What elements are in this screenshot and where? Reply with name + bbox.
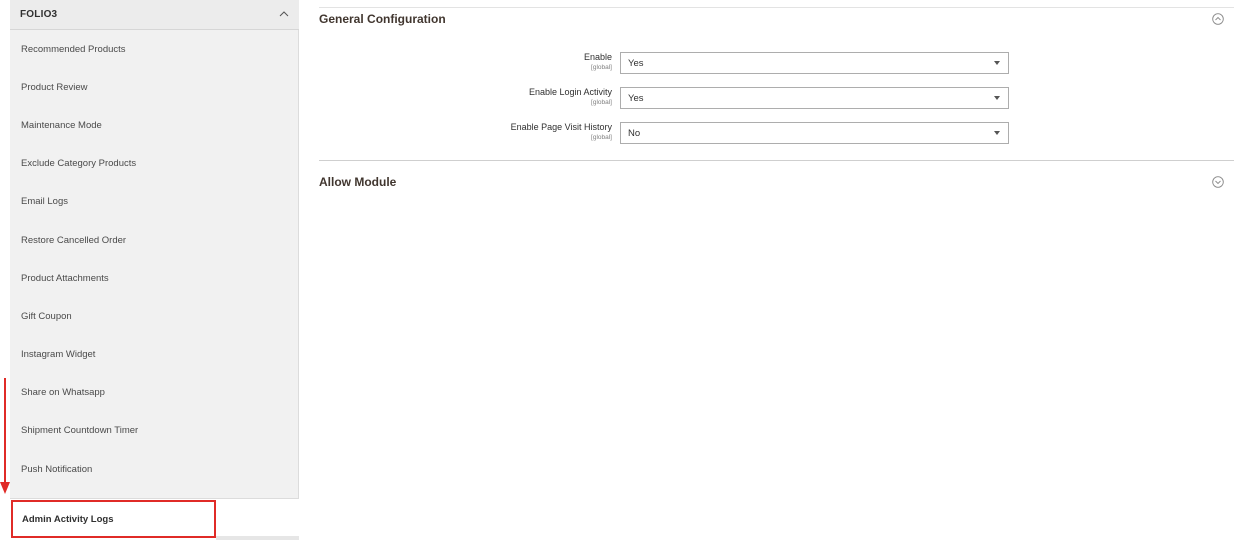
sidebar-item-share-on-whatsapp[interactable]: Share on Whatsapp bbox=[10, 374, 298, 412]
red-arrow-annotation-icon bbox=[0, 378, 10, 494]
highlight-box: Admin Activity Logs bbox=[11, 500, 216, 538]
sidebar-active-underline bbox=[216, 536, 299, 540]
sidebar-item-shipment-countdown-timer[interactable]: Shipment Countdown Timer bbox=[10, 412, 298, 450]
field-enable: Enable [global] Yes bbox=[319, 52, 1234, 76]
sidebar-item-label: Shipment Countdown Timer bbox=[21, 425, 139, 437]
sidebar-section-header[interactable]: FOLIO3 bbox=[10, 0, 299, 30]
sidebar-item-gift-coupon[interactable]: Gift Coupon bbox=[10, 297, 298, 335]
sidebar-item-label: Share on Whatsapp bbox=[21, 387, 105, 399]
sidebar: FOLIO3 Recommended Products Product Revi… bbox=[10, 0, 299, 540]
top-divider bbox=[319, 7, 1234, 8]
field-label-text: Enable Login Activity bbox=[528, 87, 612, 97]
sidebar-menu: Recommended Products Product Review Main… bbox=[10, 30, 299, 499]
sidebar-item-label: Recommended Products bbox=[21, 43, 126, 55]
field-label-text: Enable bbox=[583, 52, 612, 62]
sidebar-item-label: Email Logs bbox=[21, 196, 68, 208]
section-divider bbox=[319, 160, 1234, 161]
sidebar-item-label: Admin Activity Logs bbox=[22, 513, 114, 525]
sidebar-item-product-attachments[interactable]: Product Attachments bbox=[10, 259, 298, 297]
sidebar-item-email-logs[interactable]: Email Logs bbox=[10, 183, 298, 221]
field-label: Enable [global] bbox=[412, 52, 612, 72]
sidebar-item-recommended-products[interactable]: Recommended Products bbox=[10, 30, 298, 68]
sidebar-item-label: Instagram Widget bbox=[21, 349, 96, 361]
field-scope: [global] bbox=[591, 99, 612, 106]
allow-module-title[interactable]: Allow Module bbox=[319, 175, 396, 189]
sidebar-item-label: Product Review bbox=[21, 81, 88, 93]
sidebar-item-label: Gift Coupon bbox=[21, 310, 72, 322]
field-label-text: Enable Page Visit History bbox=[510, 122, 612, 132]
select-value: Yes bbox=[628, 57, 644, 69]
sidebar-item-label: Exclude Category Products bbox=[21, 158, 137, 170]
chevron-up-icon[interactable] bbox=[279, 9, 289, 19]
sidebar-item-instagram-widget[interactable]: Instagram Widget bbox=[10, 336, 298, 374]
sidebar-item-product-review[interactable]: Product Review bbox=[10, 68, 298, 106]
sidebar-item-label: Maintenance Mode bbox=[21, 119, 102, 131]
field-label: Enable Page Visit History [global] bbox=[412, 122, 612, 142]
field-scope: [global] bbox=[591, 134, 612, 141]
expand-icon[interactable] bbox=[1212, 176, 1224, 188]
general-configuration-title[interactable]: General Configuration bbox=[319, 12, 446, 26]
sidebar-item-label: Restore Cancelled Order bbox=[21, 234, 127, 246]
select-value: No bbox=[628, 127, 641, 139]
enable-page-visit-history-select[interactable]: No bbox=[620, 122, 1009, 144]
sidebar-item-exclude-category-products[interactable]: Exclude Category Products bbox=[10, 145, 298, 183]
dropdown-arrow-icon[interactable] bbox=[986, 123, 1008, 143]
sidebar-item-restore-cancelled-order[interactable]: Restore Cancelled Order bbox=[10, 221, 298, 259]
sidebar-item-label: Product Attachments bbox=[21, 272, 109, 284]
field-enable-page-visit-history: Enable Page Visit History [global] No bbox=[319, 122, 1234, 146]
select-value: Yes bbox=[628, 92, 644, 104]
field-label: Enable Login Activity [global] bbox=[412, 87, 612, 107]
sidebar-item-push-notification[interactable]: Push Notification bbox=[10, 450, 298, 488]
dropdown-arrow-icon[interactable] bbox=[986, 88, 1008, 108]
sidebar-item-admin-activity-logs[interactable]: Admin Activity Logs bbox=[10, 499, 299, 540]
sidebar-section-title: FOLIO3 bbox=[20, 9, 58, 20]
main-content: General Configuration Enable [global] Ye… bbox=[319, 0, 1234, 540]
dropdown-arrow-icon[interactable] bbox=[986, 53, 1008, 73]
sidebar-item-label: Push Notification bbox=[21, 463, 93, 475]
field-scope: [global] bbox=[591, 64, 612, 71]
collapse-icon[interactable] bbox=[1212, 13, 1224, 25]
sidebar-item-maintenance-mode[interactable]: Maintenance Mode bbox=[10, 106, 298, 144]
enable-select[interactable]: Yes bbox=[620, 52, 1009, 74]
enable-login-activity-select[interactable]: Yes bbox=[620, 87, 1009, 109]
field-enable-login-activity: Enable Login Activity [global] Yes bbox=[319, 87, 1234, 111]
